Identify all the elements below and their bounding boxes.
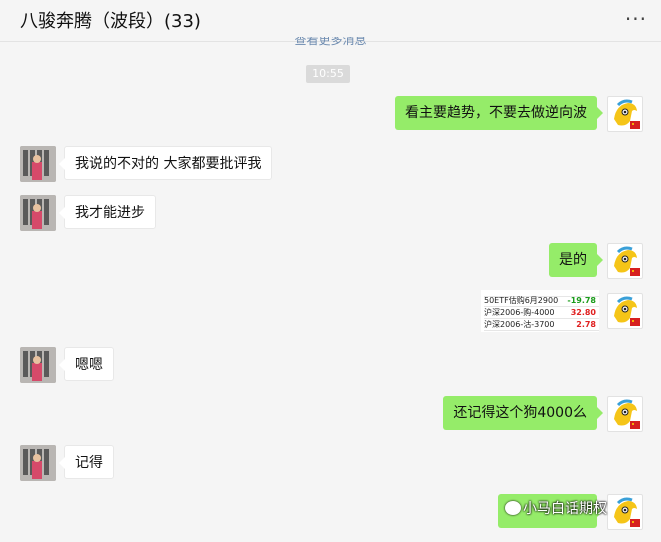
- self-avatar[interactable]: [607, 396, 643, 432]
- message-bubble-outgoing[interactable]: 看主要趋势，不要去做逆向波: [395, 96, 603, 130]
- message-bubble-incoming[interactable]: 嗯嗯: [59, 347, 114, 381]
- contact-avatar[interactable]: [20, 347, 56, 383]
- message-bubble-incoming[interactable]: 我才能进步: [59, 195, 156, 229]
- option-change: -19.78: [567, 296, 596, 305]
- self-avatar[interactable]: [607, 494, 643, 530]
- pony-avatar-icon: [614, 497, 640, 527]
- timestamp: 10:55: [306, 65, 350, 83]
- message-bubble-incoming[interactable]: 我说的不对的 大家都要批评我: [58, 146, 273, 180]
- message-bubble-outgoing[interactable]: 是的: [549, 243, 603, 277]
- self-avatar[interactable]: [607, 96, 643, 132]
- contact-avatar[interactable]: [20, 195, 56, 231]
- view-more-messages-link[interactable]: 查看更多消息: [0, 37, 661, 47]
- watermark: 小马白话期权: [505, 498, 607, 518]
- option-change: 2.78: [576, 320, 596, 329]
- message-bubble-outgoing[interactable]: 还记得这个狗4000么: [443, 396, 603, 430]
- self-avatar[interactable]: [607, 293, 643, 329]
- contact-avatar[interactable]: [20, 146, 56, 182]
- contact-photo-icon: [20, 347, 56, 383]
- pony-avatar-icon: [614, 246, 640, 276]
- image-row: 沪深2006-沽-3700 2.78: [484, 320, 599, 331]
- contact-photo-icon: [20, 146, 56, 182]
- option-name: 沪深2006-购-4000: [484, 308, 555, 317]
- contact-avatar[interactable]: [20, 445, 56, 481]
- pony-avatar-icon: [614, 399, 640, 429]
- watermark-text: 小马白话期权: [523, 501, 607, 517]
- contact-photo-icon: [20, 195, 56, 231]
- image-row: 50ETF估购6月2900 -19.78: [484, 296, 599, 307]
- image-row: 沪深2006-购-4000 32.80: [484, 308, 599, 319]
- pony-avatar-icon: [614, 99, 640, 129]
- self-avatar[interactable]: [607, 243, 643, 279]
- image-message[interactable]: 50ETF估购6月2900 -19.78 沪深2006-购-4000 32.80…: [481, 290, 599, 332]
- chat-header: 八骏奔腾（波段）(33) ···: [0, 0, 661, 42]
- wechat-logo-icon: [505, 501, 521, 515]
- option-name: 50ETF估购6月2900: [484, 296, 559, 305]
- more-options-icon[interactable]: ···: [625, 9, 647, 29]
- contact-photo-icon: [20, 445, 56, 481]
- option-change: 32.80: [570, 308, 596, 317]
- message-bubble-incoming[interactable]: 记得: [59, 445, 114, 479]
- pony-avatar-icon: [614, 296, 640, 326]
- chat-title: 八骏奔腾（波段）(33): [20, 11, 201, 32]
- option-name: 沪深2006-沽-3700: [484, 320, 555, 329]
